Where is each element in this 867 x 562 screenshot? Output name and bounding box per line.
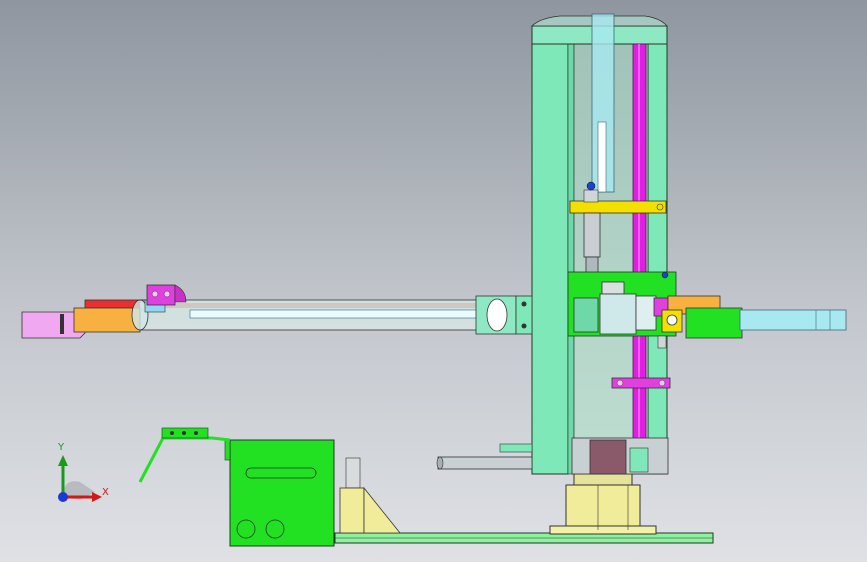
horizontal-arm[interactable] bbox=[21, 299, 481, 339]
sensor-cylinder[interactable] bbox=[583, 181, 601, 276]
x-axis-label: X bbox=[102, 487, 109, 498]
y-axis-label: Y bbox=[58, 442, 65, 453]
yellow-bar[interactable] bbox=[569, 200, 667, 214]
z-axis-dot bbox=[58, 492, 68, 502]
assembly-drawing[interactable] bbox=[0, 0, 867, 562]
axis-triad bbox=[58, 455, 102, 502]
cad-viewport[interactable]: Y X bbox=[0, 0, 867, 562]
arm-mount-block[interactable] bbox=[475, 295, 533, 335]
control-box[interactable] bbox=[224, 439, 335, 547]
box-bracket-wire[interactable] bbox=[138, 427, 231, 483]
lower-collar[interactable] bbox=[611, 377, 671, 389]
cream-damper[interactable] bbox=[339, 457, 401, 534]
side-pin[interactable] bbox=[436, 443, 533, 470]
arm-clamp[interactable] bbox=[146, 284, 187, 306]
lower-bracket[interactable] bbox=[571, 437, 669, 475]
